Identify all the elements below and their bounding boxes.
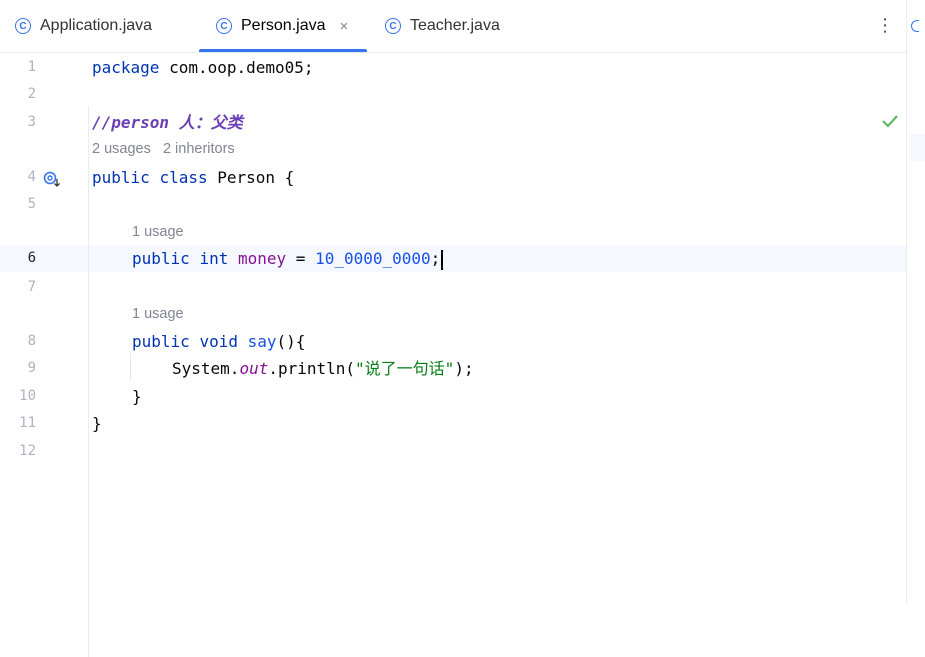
line-number: 3 (27, 114, 36, 130)
editor-tab-bar: C Application.java C Person.java × C Tea… (0, 0, 906, 53)
text-caret (441, 249, 444, 270)
overridden-by-subclass-icon[interactable] (43, 171, 61, 189)
code-comment: //person 人：父类 (92, 113, 243, 132)
line-number: 12 (19, 443, 36, 459)
code-line: package com.oop.demo05; (92, 58, 314, 77)
code-line-current: public int money = 10_0000_0000; (132, 245, 444, 272)
code-line: public class Person { (92, 168, 295, 187)
line-number: 11 (19, 415, 36, 431)
tab-label: Person.java (241, 17, 326, 34)
line-number: 4 (27, 169, 36, 185)
tab-application-java[interactable]: C Application.java (15, 0, 152, 52)
usages-hint[interactable]: 1 usage (132, 301, 184, 328)
line-number: 8 (27, 333, 36, 349)
tool-window-icon[interactable] (911, 20, 919, 32)
code-line: } (92, 414, 102, 433)
line-number: 5 (27, 196, 36, 212)
line-number-current: 6 (27, 250, 36, 266)
current-line-marker (909, 134, 925, 161)
code-line: } (132, 387, 142, 406)
line-number: 7 (27, 279, 36, 295)
line-number: 1 (27, 59, 36, 75)
code-editor[interactable]: 1 2 3 4 5 6 7 8 9 10 11 12 package com.o… (0, 53, 906, 657)
line-number: 10 (19, 388, 36, 404)
no-problems-check-icon[interactable] (880, 113, 900, 129)
more-options-icon[interactable]: ⋮ (876, 14, 894, 38)
usages-hint[interactable]: 1 usage (132, 219, 184, 246)
code-line: System.out.println("说了一句话"); (172, 359, 474, 378)
tab-person-java[interactable]: C Person.java × (198, 0, 368, 52)
close-icon[interactable]: × (340, 18, 349, 35)
line-number: 2 (27, 86, 36, 102)
tab-label: Teacher.java (410, 17, 500, 34)
class-icon: C (385, 18, 401, 34)
tab-label: Application.java (40, 17, 153, 34)
inheritors-hint: 2 inheritors (162, 141, 235, 157)
line-number: 9 (27, 360, 36, 376)
right-tool-strip (906, 0, 925, 604)
usages-hint[interactable]: 2 usages 2 inheritors (92, 136, 235, 163)
tab-teacher-java[interactable]: C Teacher.java (385, 0, 500, 52)
class-icon: C (15, 18, 31, 34)
indent-guide (130, 353, 131, 380)
class-icon: C (216, 18, 232, 34)
code-line: public void say(){ (132, 332, 306, 351)
